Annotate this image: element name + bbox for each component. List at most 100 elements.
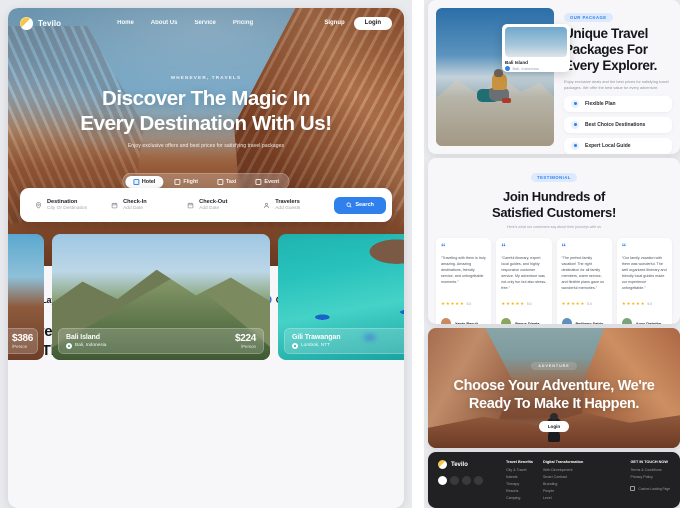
landing-page-mockup: Tevilo Home About Us Service Pricing Sig… bbox=[8, 8, 404, 508]
card-plate: Bali Island Bali, Indonesia $224 /Person bbox=[58, 328, 264, 355]
card-title: Gili Trawangan bbox=[292, 333, 341, 341]
brand-logo-group[interactable]: Tevilo bbox=[20, 16, 61, 30]
feature-best-choice-destinations[interactable]: Best Choice Destinations bbox=[564, 116, 672, 133]
top-navbar: Tevilo Home About Us Service Pricing Sig… bbox=[8, 8, 404, 38]
packages-title-line2: Packages For bbox=[564, 42, 648, 58]
footer-link[interactable]: Level bbox=[543, 496, 583, 500]
footer-link[interactable]: Islands bbox=[506, 475, 533, 479]
testimonial-card: “ “Our family vacation with them was won… bbox=[616, 237, 672, 324]
destination-card[interactable]: Bali Island Bali, Indonesia $224 /Person bbox=[52, 234, 270, 361]
field-checkout[interactable]: Check-Out Add Date bbox=[178, 199, 254, 211]
feature-label: Flexible Plan bbox=[585, 100, 616, 107]
login-button[interactable]: Login bbox=[353, 16, 392, 30]
star-icon: ★ bbox=[575, 300, 580, 306]
testimonial-card: “ “Traveling with them is truly amazing.… bbox=[436, 237, 492, 324]
rating-stars: ★ ★ ★ ★ ★ 5.0 bbox=[561, 300, 607, 307]
card-price-unit: /Person bbox=[240, 344, 256, 350]
event-icon bbox=[255, 178, 262, 185]
feature-label: Expert Local Guide bbox=[585, 142, 631, 149]
footer-link[interactable]: Web Development bbox=[543, 468, 583, 472]
testimonial-author: Padhang Satrio Traveler bbox=[561, 312, 607, 325]
tab-taxi-label: Taxi bbox=[226, 178, 237, 185]
tab-event[interactable]: Event bbox=[247, 176, 287, 188]
destination-card[interactable]: $386 /Person bbox=[8, 234, 44, 361]
rating-value: 5.0 bbox=[466, 301, 472, 306]
footer-logo-group[interactable]: Tevilo bbox=[438, 460, 496, 469]
tab-hotel[interactable]: Hotel bbox=[124, 175, 164, 188]
search-button-label: Search bbox=[355, 202, 374, 208]
quote-icon: “ bbox=[561, 241, 567, 252]
destination-card[interactable]: Gili Trawangan Lombok, NTT bbox=[278, 234, 404, 361]
testimonial-quote: “Traveling with them is truly amazing. A… bbox=[441, 255, 486, 284]
linkedin-icon[interactable] bbox=[474, 476, 483, 485]
star-icon: ★ bbox=[561, 300, 566, 306]
footer-link[interactable]: Branding bbox=[543, 482, 583, 486]
rating-value: 5.0 bbox=[587, 301, 592, 306]
testimonials-section: TESTIMONIAL Join Hundreds of Satisfied C… bbox=[428, 158, 680, 324]
field-travelers-input[interactable]: Add Guests bbox=[275, 206, 300, 211]
popup-title: Bali Island bbox=[505, 59, 528, 65]
feature-expert-local-guide[interactable]: Expert Local Guide bbox=[564, 137, 672, 154]
footer-link[interactable]: City & Travel bbox=[506, 468, 533, 472]
quote-icon: “ bbox=[441, 241, 446, 252]
field-checkin-label: Check-In bbox=[123, 199, 147, 205]
hotel-icon bbox=[132, 178, 139, 185]
tab-taxi[interactable]: Taxi bbox=[209, 176, 244, 188]
rating-value: 5.0 bbox=[526, 301, 532, 306]
testimonial-quote: “Careful itinerary, expert local guides,… bbox=[501, 255, 547, 290]
footer-badge: Custom Landing Page bbox=[630, 486, 670, 491]
destinations-section: Dive Into The Beauty Of The World ‹ › $3… bbox=[8, 234, 404, 361]
footer-link[interactable]: Therapy bbox=[506, 482, 533, 486]
star-icon: ★ bbox=[520, 300, 525, 306]
left-preview-panel: Tevilo Home About Us Service Pricing Sig… bbox=[0, 0, 412, 508]
field-checkout-label: Check-Out bbox=[199, 199, 228, 205]
nav-item-about-us[interactable]: About Us bbox=[151, 20, 178, 26]
quote-icon: “ bbox=[621, 241, 627, 252]
footer-link[interactable]: Camping bbox=[506, 496, 533, 500]
footer-contact-heading: GET IN TOUCH NOW bbox=[630, 460, 668, 464]
footer-link[interactable]: Resorts bbox=[506, 489, 533, 493]
destination-popup-card[interactable]: Bali Island Bali, Indonesia bbox=[502, 24, 570, 72]
tab-hotel-label: Hotel bbox=[141, 178, 156, 185]
cta-title-line2: Ready To Make It Happen. bbox=[468, 395, 640, 412]
footer-link[interactable]: Terms & Conditions bbox=[630, 468, 670, 472]
nav-item-home[interactable]: Home bbox=[117, 20, 134, 26]
cta-button[interactable]: Login bbox=[538, 420, 570, 432]
field-travelers[interactable]: Travelers Add Guests bbox=[254, 199, 330, 211]
signup-link[interactable]: Signup bbox=[324, 20, 344, 26]
hero-title-line2: Every Destination With Us! bbox=[80, 112, 332, 135]
popup-pin-icon bbox=[505, 66, 510, 71]
star-icon: ★ bbox=[515, 300, 520, 306]
testimonials-badge: TESTIMONIAL bbox=[531, 173, 577, 182]
nav-item-pricing[interactable]: Pricing bbox=[233, 20, 253, 26]
footer-section: Tevilo Travel Benefits City & Travel Isl… bbox=[428, 452, 680, 508]
rating-stars: ★ ★ ★ ★ ★ 5.0 bbox=[441, 301, 486, 307]
search-icon bbox=[346, 202, 352, 208]
field-destination-input[interactable]: City Or Destination bbox=[47, 206, 87, 211]
check-circle-icon bbox=[571, 120, 579, 129]
footer-link[interactable]: People bbox=[543, 489, 583, 493]
instagram-icon[interactable] bbox=[462, 476, 471, 485]
field-destination[interactable]: Destination City Or Destination bbox=[26, 199, 102, 211]
footer-link[interactable]: Privacy Policy bbox=[630, 475, 670, 479]
search-button[interactable]: Search bbox=[334, 196, 386, 214]
cta-copy: ADVENTURE Choose Your Adventure, We're R… bbox=[428, 354, 680, 433]
nav-item-service[interactable]: Service bbox=[194, 20, 215, 26]
field-checkin[interactable]: Check-In Add Date bbox=[102, 199, 178, 211]
hero-title-line1: Discover The Magic In bbox=[101, 87, 311, 110]
footer-column-contact: GET IN TOUCH NOW Terms & Conditions Priv… bbox=[630, 460, 670, 508]
tab-flight[interactable]: Flight bbox=[166, 176, 206, 188]
testimonials-title: Join Hundreds of Satisfied Customers! bbox=[436, 189, 672, 221]
field-checkout-input[interactable]: Add Date bbox=[199, 206, 227, 211]
footer-link[interactable]: Smart Contract bbox=[543, 475, 583, 479]
pin-icon bbox=[35, 201, 42, 209]
author-name: Padhang Satrio bbox=[575, 321, 604, 325]
twitter-icon[interactable] bbox=[450, 476, 459, 485]
testimonial-quote: “The perfect family vacation! The right … bbox=[561, 255, 604, 290]
feature-flexible-plan[interactable]: Flexible Plan bbox=[564, 95, 672, 112]
field-checkin-input[interactable]: Add Date bbox=[123, 206, 147, 211]
right-preview-panel: Bali Island Bali, Indonesia OUR PACKAGE … bbox=[424, 0, 680, 508]
packages-title-line1: Unique Travel bbox=[564, 26, 648, 41]
facebook-icon[interactable] bbox=[438, 476, 447, 485]
footer-column-heading: Travel Benefits bbox=[506, 460, 534, 464]
